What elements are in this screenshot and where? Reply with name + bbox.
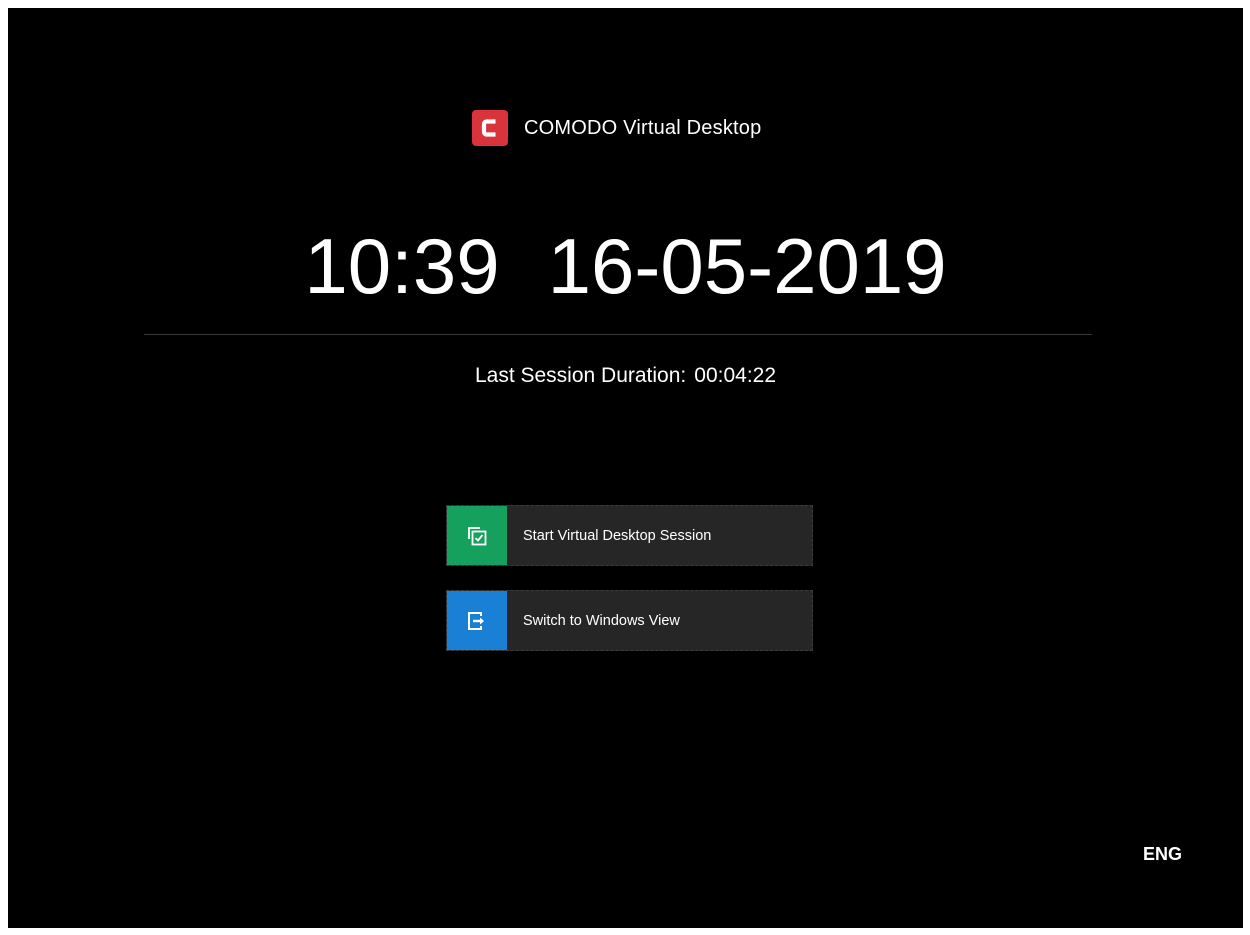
switch-to-windows-view-button[interactable]: Switch to Windows View (446, 590, 813, 651)
switch-view-label: Switch to Windows View (523, 612, 680, 629)
comodo-logo-icon (472, 110, 508, 146)
last-session-info: Last Session Duration: 00:04:22 (8, 362, 1243, 390)
language-indicator[interactable]: ENG (1143, 844, 1182, 865)
switch-view-icon (468, 611, 484, 630)
current-date: 16-05-2019 (547, 222, 947, 310)
comodo-c-icon (481, 119, 496, 137)
window-check-icon (468, 526, 487, 545)
start-virtual-desktop-session-button[interactable]: Start Virtual Desktop Session (446, 505, 813, 566)
current-time: 10:39 (304, 222, 500, 310)
start-session-icon-box (447, 506, 507, 565)
virtual-desktop-lock-screen: COMODO Virtual Desktop 10:39 16-05-2019 L… (8, 8, 1243, 928)
divider-line (144, 334, 1092, 335)
app-title: COMODO Virtual Desktop (524, 116, 762, 139)
switch-view-icon-box (447, 591, 507, 650)
start-session-label: Start Virtual Desktop Session (523, 527, 712, 544)
brand-header: COMODO Virtual Desktop (472, 110, 761, 146)
clock-display: 10:39 16-05-2019 (8, 216, 1243, 316)
session-duration-value: 00:04:22 (694, 364, 777, 387)
session-duration-label: Last Session Duration: (474, 364, 687, 387)
